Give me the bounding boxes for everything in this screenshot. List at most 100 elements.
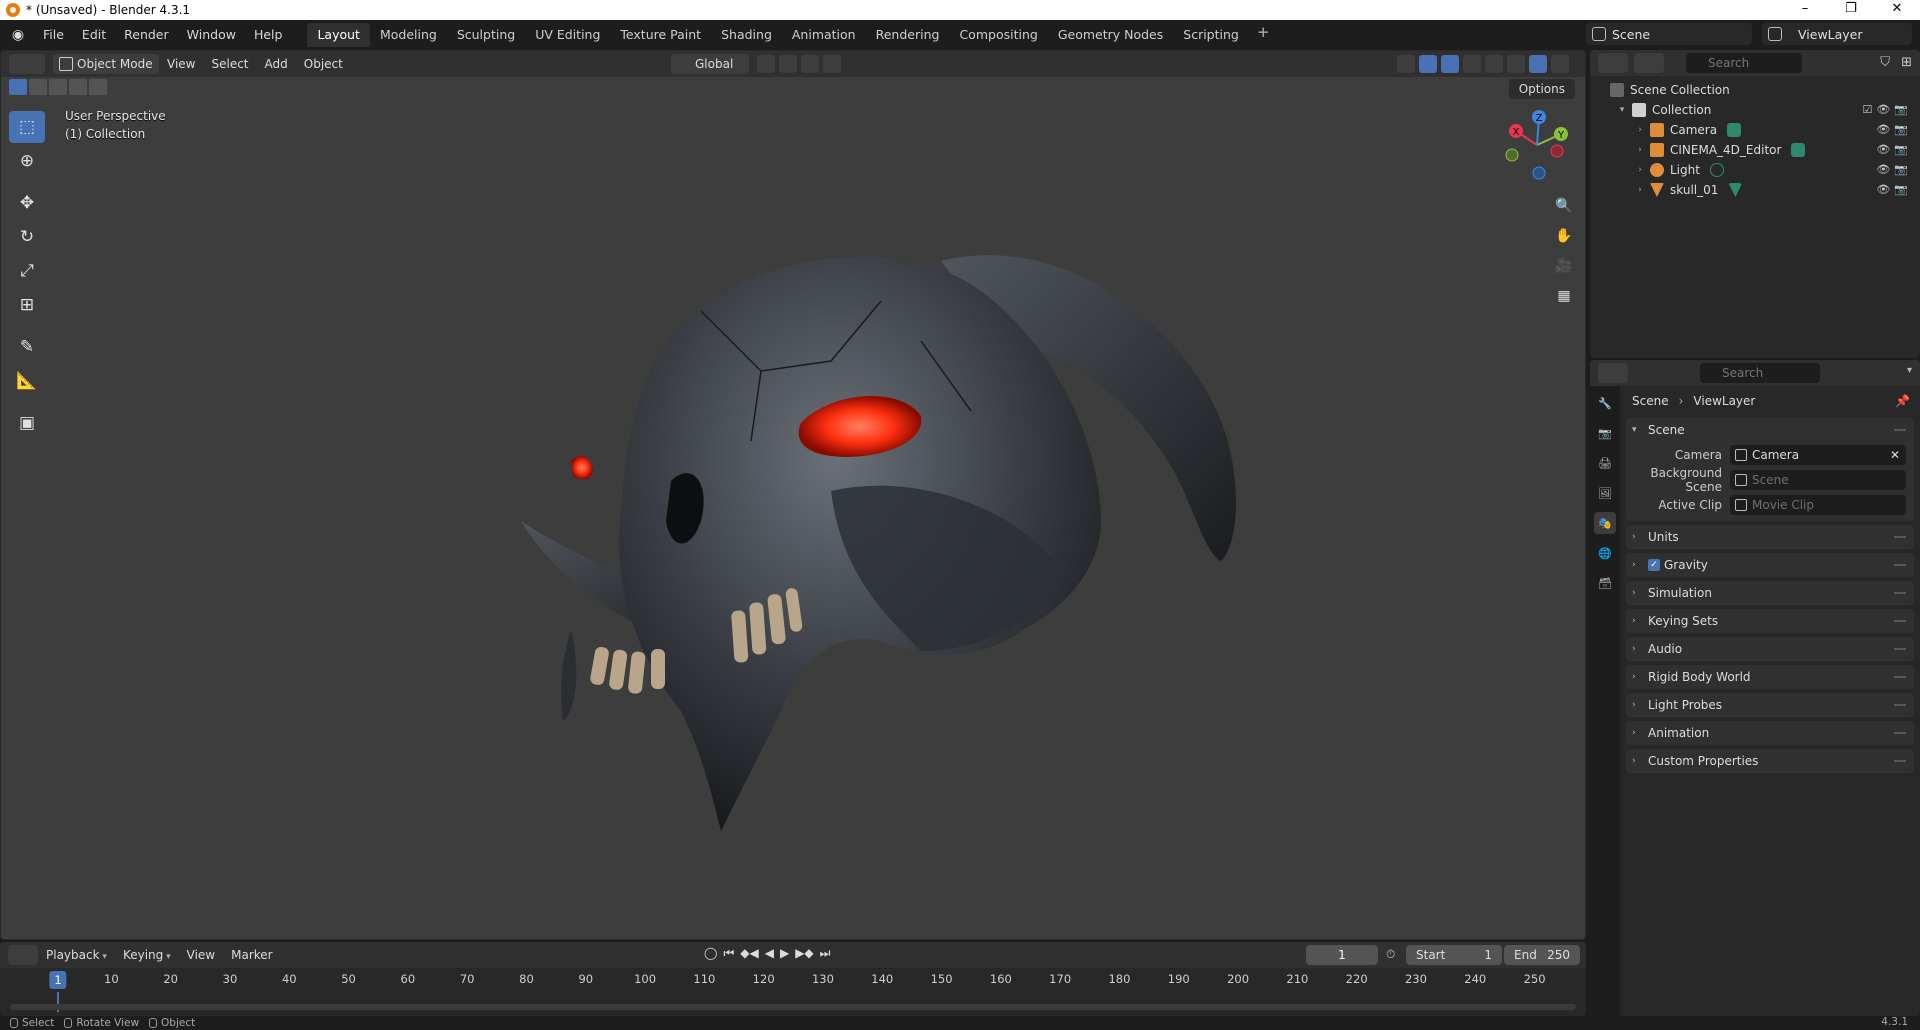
gravity-checkbox[interactable]: ✓	[1648, 559, 1660, 571]
collection-tab-icon[interactable]: 🗃	[1594, 572, 1616, 594]
expand-chevron-icon[interactable]: ›	[1634, 165, 1646, 175]
pivot-icon[interactable]	[757, 55, 775, 73]
panel-keying-sets[interactable]: › Keying Sets	[1626, 609, 1914, 633]
filter-icon[interactable]: ⛉	[1880, 55, 1890, 70]
transform-tool[interactable]: ⊞	[9, 289, 45, 321]
new-collection-icon[interactable]: ⊞	[1901, 55, 1912, 70]
panel-grip-icon[interactable]	[1894, 732, 1906, 734]
navigation-gizmo[interactable]: X Y Z	[1501, 109, 1573, 181]
solid-shading-icon[interactable]	[1507, 55, 1525, 73]
expand-chevron-icon[interactable]: ›	[1634, 145, 1646, 155]
viewport-menu-add[interactable]: Add	[257, 57, 296, 71]
auto-keying-icon[interactable]: ◯	[704, 946, 717, 961]
menu-window[interactable]: Window	[178, 23, 245, 47]
outliner-item-camera[interactable]: › Camera 👁📷	[1590, 120, 1920, 140]
properties-editor-type[interactable]	[1598, 363, 1628, 383]
tab-layout[interactable]: Layout	[307, 23, 370, 47]
gizmo-toggle-icon[interactable]	[1419, 55, 1437, 73]
panel-gravity[interactable]: › ✓ Gravity	[1626, 553, 1914, 577]
world-tab-icon[interactable]: 🌐	[1594, 542, 1616, 564]
close-button[interactable]: ✕	[1874, 0, 1920, 20]
output-tab-icon[interactable]: 🖨	[1594, 452, 1616, 474]
background-scene-field[interactable]: Scene	[1730, 469, 1906, 490]
object-mode-dropdown[interactable]: Object Mode	[53, 54, 159, 74]
collection-row[interactable]: ▾ Collection ☑👁📷	[1590, 100, 1920, 120]
pin-icon[interactable]: 📌	[1895, 394, 1910, 408]
annotate-tool[interactable]: ✎	[9, 331, 45, 363]
timeline-menu-keying[interactable]: Keying	[115, 948, 179, 962]
tab-shading[interactable]: Shading	[711, 23, 782, 47]
stopwatch-icon[interactable]: ⏱	[1386, 947, 1395, 962]
panel-simulation[interactable]: › Simulation	[1626, 581, 1914, 605]
panel-grip-icon[interactable]	[1894, 620, 1906, 622]
add-workspace-button[interactable]: +	[1249, 23, 1278, 47]
perspective-grid-icon[interactable]: ▦	[1551, 283, 1577, 309]
tab-uv-editing[interactable]: UV Editing	[525, 23, 610, 47]
light-data-icon[interactable]	[1709, 163, 1724, 177]
minimize-button[interactable]: –	[1782, 0, 1828, 20]
scene-tab-icon[interactable]: 🎭	[1594, 512, 1616, 534]
panel-grip-icon[interactable]	[1894, 536, 1906, 538]
outliner-editor-type[interactable]	[1598, 53, 1628, 73]
item-visibility-icons[interactable]: 👁📷	[1876, 123, 1912, 136]
tab-rendering[interactable]: Rendering	[866, 23, 950, 47]
blender-menu-icon[interactable]: ◉	[10, 27, 26, 43]
pan-hand-icon[interactable]: ✋	[1551, 223, 1577, 249]
mesh-data-icon[interactable]	[1728, 183, 1743, 197]
current-frame-field[interactable]: 1	[1306, 945, 1378, 965]
scale-tool[interactable]: ⤢	[9, 255, 45, 287]
chevron-down-icon[interactable]: ▾	[1907, 365, 1912, 376]
wireframe-shading-icon[interactable]	[1485, 55, 1503, 73]
panel-grip-icon[interactable]	[1894, 592, 1906, 594]
active-clip-field[interactable]: Movie Clip	[1730, 494, 1906, 515]
camera-view-icon[interactable]: 🎥	[1551, 253, 1577, 279]
play-reverse-icon[interactable]: ◀	[765, 946, 774, 961]
options-button[interactable]: Options	[1508, 79, 1575, 99]
select-invert-icon[interactable]	[69, 79, 87, 95]
panel-grip-icon[interactable]	[1894, 704, 1906, 706]
tab-sculpting[interactable]: Sculpting	[447, 23, 525, 47]
menu-help[interactable]: Help	[245, 23, 292, 47]
snap-target-icon[interactable]	[801, 55, 819, 73]
select-intersect-icon[interactable]	[89, 79, 107, 95]
xray-toggle-icon[interactable]	[1463, 55, 1481, 73]
select-box-tool[interactable]: ⬚	[9, 111, 45, 143]
menu-edit[interactable]: Edit	[73, 23, 115, 47]
tab-modeling[interactable]: Modeling	[370, 23, 447, 47]
panel-grip-icon[interactable]	[1894, 760, 1906, 762]
select-new-icon[interactable]	[9, 79, 27, 95]
collection-visibility-icons[interactable]: ☑👁📷	[1862, 103, 1912, 116]
camera-field[interactable]: Camera ✕	[1730, 444, 1906, 465]
item-visibility-icons[interactable]: 👁📷	[1876, 183, 1912, 196]
panel-units[interactable]: › Units	[1626, 525, 1914, 549]
properties-search-input[interactable]	[1700, 363, 1820, 383]
timeline-editor-type[interactable]	[8, 945, 38, 965]
tab-animation[interactable]: Animation	[782, 23, 866, 47]
editor-type-button[interactable]	[9, 54, 45, 74]
playhead-frame-badge[interactable]: 1	[49, 971, 67, 989]
item-visibility-icons[interactable]: 👁📷	[1876, 163, 1912, 176]
view-layer-selector[interactable]: ViewLayer	[1762, 23, 1912, 45]
timeline-menu-view[interactable]: View	[179, 948, 223, 962]
add-cube-tool[interactable]: ▣	[9, 407, 45, 439]
menu-file[interactable]: File	[34, 23, 73, 47]
camera-data-icon[interactable]	[1791, 143, 1806, 157]
panel-header-scene[interactable]: ▾ Scene	[1626, 418, 1914, 442]
scene-collection-row[interactable]: Scene Collection	[1590, 80, 1920, 100]
menu-render[interactable]: Render	[115, 23, 178, 47]
snap-icon[interactable]	[779, 55, 797, 73]
rendered-shading-icon[interactable]	[1551, 55, 1569, 73]
panel-custom-properties[interactable]: › Custom Properties	[1626, 749, 1914, 773]
play-icon[interactable]: ▶	[780, 946, 789, 961]
expand-chevron-icon[interactable]: ›	[1634, 125, 1646, 135]
cursor-tool[interactable]: ⊕	[9, 145, 45, 177]
outliner-search-input[interactable]	[1686, 53, 1802, 73]
3d-viewport[interactable]: Object Mode View Select Add Object Globa…	[0, 50, 1586, 940]
tab-compositing[interactable]: Compositing	[949, 23, 1047, 47]
zoom-icon[interactable]: 🔍	[1551, 193, 1577, 219]
move-tool[interactable]: ✥	[9, 187, 45, 219]
end-frame-field[interactable]: End 250	[1504, 945, 1580, 965]
select-extend-icon[interactable]	[29, 79, 47, 95]
panel-animation[interactable]: › Animation	[1626, 721, 1914, 745]
tab-scripting[interactable]: Scripting	[1173, 23, 1249, 47]
